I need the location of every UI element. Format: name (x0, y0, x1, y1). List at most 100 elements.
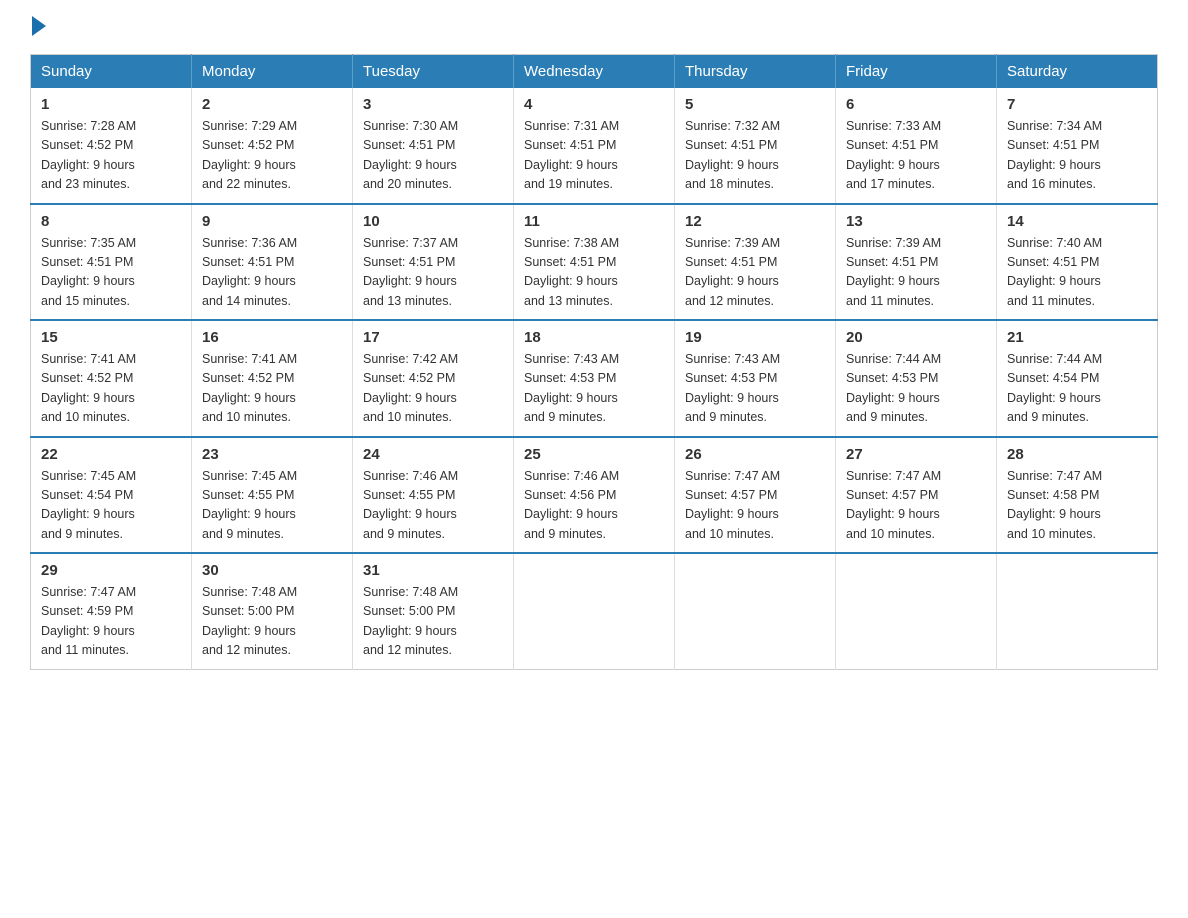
day-info: Sunrise: 7:47 AM Sunset: 4:59 PM Dayligh… (41, 583, 181, 661)
day-info: Sunrise: 7:43 AM Sunset: 4:53 PM Dayligh… (685, 350, 825, 428)
day-number: 31 (363, 562, 503, 579)
day-number: 8 (41, 213, 181, 230)
day-info: Sunrise: 7:32 AM Sunset: 4:51 PM Dayligh… (685, 117, 825, 195)
calendar-cell: 23 Sunrise: 7:45 AM Sunset: 4:55 PM Dayl… (192, 437, 353, 554)
calendar-cell: 30 Sunrise: 7:48 AM Sunset: 5:00 PM Dayl… (192, 553, 353, 669)
calendar-cell (997, 553, 1158, 669)
day-info: Sunrise: 7:39 AM Sunset: 4:51 PM Dayligh… (685, 234, 825, 312)
day-info: Sunrise: 7:28 AM Sunset: 4:52 PM Dayligh… (41, 117, 181, 195)
calendar-cell: 24 Sunrise: 7:46 AM Sunset: 4:55 PM Dayl… (353, 437, 514, 554)
calendar-cell: 19 Sunrise: 7:43 AM Sunset: 4:53 PM Dayl… (675, 320, 836, 437)
day-number: 7 (1007, 96, 1147, 113)
calendar-cell: 1 Sunrise: 7:28 AM Sunset: 4:52 PM Dayli… (31, 88, 192, 204)
day-info: Sunrise: 7:47 AM Sunset: 4:57 PM Dayligh… (846, 467, 986, 545)
day-info: Sunrise: 7:41 AM Sunset: 4:52 PM Dayligh… (202, 350, 342, 428)
weekday-header-row: SundayMondayTuesdayWednesdayThursdayFrid… (31, 55, 1158, 89)
day-info: Sunrise: 7:48 AM Sunset: 5:00 PM Dayligh… (363, 583, 503, 661)
day-info: Sunrise: 7:44 AM Sunset: 4:53 PM Dayligh… (846, 350, 986, 428)
day-number: 24 (363, 446, 503, 463)
weekday-header-tuesday: Tuesday (353, 55, 514, 89)
day-number: 18 (524, 329, 664, 346)
day-info: Sunrise: 7:48 AM Sunset: 5:00 PM Dayligh… (202, 583, 342, 661)
calendar-week-row: 22 Sunrise: 7:45 AM Sunset: 4:54 PM Dayl… (31, 437, 1158, 554)
calendar-cell: 7 Sunrise: 7:34 AM Sunset: 4:51 PM Dayli… (997, 88, 1158, 204)
day-number: 19 (685, 329, 825, 346)
day-info: Sunrise: 7:37 AM Sunset: 4:51 PM Dayligh… (363, 234, 503, 312)
calendar-cell (836, 553, 997, 669)
day-info: Sunrise: 7:30 AM Sunset: 4:51 PM Dayligh… (363, 117, 503, 195)
day-info: Sunrise: 7:41 AM Sunset: 4:52 PM Dayligh… (41, 350, 181, 428)
calendar-week-row: 8 Sunrise: 7:35 AM Sunset: 4:51 PM Dayli… (31, 204, 1158, 321)
day-info: Sunrise: 7:39 AM Sunset: 4:51 PM Dayligh… (846, 234, 986, 312)
calendar-cell: 12 Sunrise: 7:39 AM Sunset: 4:51 PM Dayl… (675, 204, 836, 321)
weekday-header-wednesday: Wednesday (514, 55, 675, 89)
day-number: 14 (1007, 213, 1147, 230)
day-number: 20 (846, 329, 986, 346)
day-number: 10 (363, 213, 503, 230)
day-number: 23 (202, 446, 342, 463)
calendar-cell: 14 Sunrise: 7:40 AM Sunset: 4:51 PM Dayl… (997, 204, 1158, 321)
day-number: 5 (685, 96, 825, 113)
day-info: Sunrise: 7:31 AM Sunset: 4:51 PM Dayligh… (524, 117, 664, 195)
calendar-cell: 18 Sunrise: 7:43 AM Sunset: 4:53 PM Dayl… (514, 320, 675, 437)
weekday-header-thursday: Thursday (675, 55, 836, 89)
calendar-cell (514, 553, 675, 669)
day-info: Sunrise: 7:45 AM Sunset: 4:54 PM Dayligh… (41, 467, 181, 545)
day-info: Sunrise: 7:46 AM Sunset: 4:55 PM Dayligh… (363, 467, 503, 545)
day-info: Sunrise: 7:35 AM Sunset: 4:51 PM Dayligh… (41, 234, 181, 312)
day-number: 4 (524, 96, 664, 113)
weekday-header-monday: Monday (192, 55, 353, 89)
day-info: Sunrise: 7:29 AM Sunset: 4:52 PM Dayligh… (202, 117, 342, 195)
day-info: Sunrise: 7:46 AM Sunset: 4:56 PM Dayligh… (524, 467, 664, 545)
calendar-cell: 2 Sunrise: 7:29 AM Sunset: 4:52 PM Dayli… (192, 88, 353, 204)
day-info: Sunrise: 7:44 AM Sunset: 4:54 PM Dayligh… (1007, 350, 1147, 428)
day-number: 11 (524, 213, 664, 230)
day-info: Sunrise: 7:47 AM Sunset: 4:58 PM Dayligh… (1007, 467, 1147, 545)
day-number: 27 (846, 446, 986, 463)
day-info: Sunrise: 7:45 AM Sunset: 4:55 PM Dayligh… (202, 467, 342, 545)
logo (30, 20, 46, 34)
calendar-cell: 8 Sunrise: 7:35 AM Sunset: 4:51 PM Dayli… (31, 204, 192, 321)
calendar-cell: 21 Sunrise: 7:44 AM Sunset: 4:54 PM Dayl… (997, 320, 1158, 437)
calendar-cell: 20 Sunrise: 7:44 AM Sunset: 4:53 PM Dayl… (836, 320, 997, 437)
day-number: 2 (202, 96, 342, 113)
calendar-cell: 11 Sunrise: 7:38 AM Sunset: 4:51 PM Dayl… (514, 204, 675, 321)
day-info: Sunrise: 7:40 AM Sunset: 4:51 PM Dayligh… (1007, 234, 1147, 312)
calendar-week-row: 1 Sunrise: 7:28 AM Sunset: 4:52 PM Dayli… (31, 88, 1158, 204)
calendar-cell: 9 Sunrise: 7:36 AM Sunset: 4:51 PM Dayli… (192, 204, 353, 321)
day-info: Sunrise: 7:34 AM Sunset: 4:51 PM Dayligh… (1007, 117, 1147, 195)
calendar-week-row: 15 Sunrise: 7:41 AM Sunset: 4:52 PM Dayl… (31, 320, 1158, 437)
calendar-cell: 3 Sunrise: 7:30 AM Sunset: 4:51 PM Dayli… (353, 88, 514, 204)
day-number: 29 (41, 562, 181, 579)
day-number: 12 (685, 213, 825, 230)
weekday-header-friday: Friday (836, 55, 997, 89)
calendar-cell: 10 Sunrise: 7:37 AM Sunset: 4:51 PM Dayl… (353, 204, 514, 321)
calendar-cell: 17 Sunrise: 7:42 AM Sunset: 4:52 PM Dayl… (353, 320, 514, 437)
day-number: 25 (524, 446, 664, 463)
calendar-cell: 26 Sunrise: 7:47 AM Sunset: 4:57 PM Dayl… (675, 437, 836, 554)
calendar-cell: 4 Sunrise: 7:31 AM Sunset: 4:51 PM Dayli… (514, 88, 675, 204)
calendar-cell: 16 Sunrise: 7:41 AM Sunset: 4:52 PM Dayl… (192, 320, 353, 437)
calendar-cell (675, 553, 836, 669)
day-number: 15 (41, 329, 181, 346)
day-number: 9 (202, 213, 342, 230)
calendar-cell: 25 Sunrise: 7:46 AM Sunset: 4:56 PM Dayl… (514, 437, 675, 554)
calendar-cell: 29 Sunrise: 7:47 AM Sunset: 4:59 PM Dayl… (31, 553, 192, 669)
day-number: 1 (41, 96, 181, 113)
day-info: Sunrise: 7:33 AM Sunset: 4:51 PM Dayligh… (846, 117, 986, 195)
calendar-cell: 15 Sunrise: 7:41 AM Sunset: 4:52 PM Dayl… (31, 320, 192, 437)
calendar-cell: 22 Sunrise: 7:45 AM Sunset: 4:54 PM Dayl… (31, 437, 192, 554)
logo-arrow-icon (32, 16, 46, 36)
day-number: 28 (1007, 446, 1147, 463)
day-number: 26 (685, 446, 825, 463)
calendar-cell: 31 Sunrise: 7:48 AM Sunset: 5:00 PM Dayl… (353, 553, 514, 669)
day-info: Sunrise: 7:38 AM Sunset: 4:51 PM Dayligh… (524, 234, 664, 312)
day-number: 16 (202, 329, 342, 346)
calendar-cell: 28 Sunrise: 7:47 AM Sunset: 4:58 PM Dayl… (997, 437, 1158, 554)
day-number: 13 (846, 213, 986, 230)
calendar-cell: 6 Sunrise: 7:33 AM Sunset: 4:51 PM Dayli… (836, 88, 997, 204)
day-number: 3 (363, 96, 503, 113)
calendar-cell: 27 Sunrise: 7:47 AM Sunset: 4:57 PM Dayl… (836, 437, 997, 554)
day-info: Sunrise: 7:42 AM Sunset: 4:52 PM Dayligh… (363, 350, 503, 428)
day-number: 21 (1007, 329, 1147, 346)
